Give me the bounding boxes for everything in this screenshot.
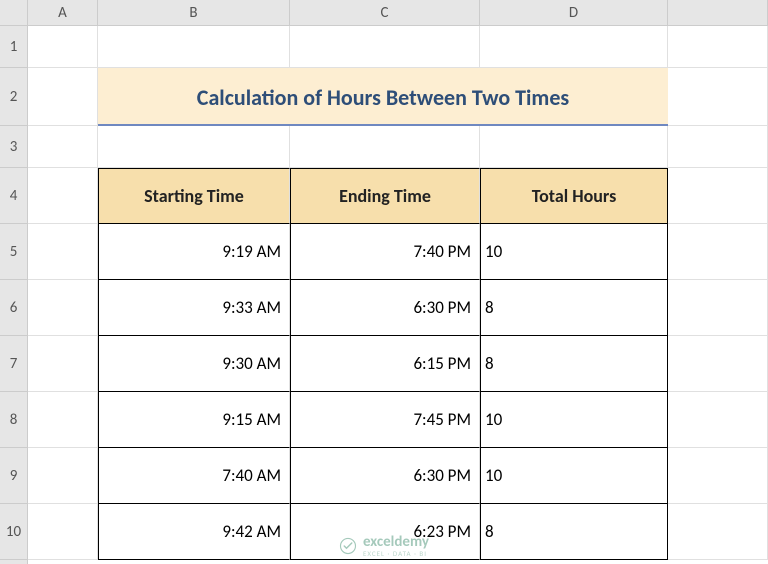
cell[interactable] [668, 68, 768, 126]
cell[interactable] [668, 168, 768, 224]
cell[interactable] [28, 392, 98, 448]
cell-start[interactable]: 9:30 AM [98, 336, 290, 392]
row-header-5[interactable]: 5 [0, 224, 27, 280]
row-header-8[interactable]: 8 [0, 392, 27, 448]
cell[interactable] [98, 126, 290, 168]
select-all-corner[interactable] [0, 0, 28, 26]
cell[interactable] [28, 126, 98, 168]
cell-total[interactable]: 8 [480, 504, 668, 560]
cell[interactable] [668, 504, 768, 560]
cell[interactable] [28, 280, 98, 336]
col-header-C[interactable]: C [290, 0, 480, 25]
cell-end[interactable]: 6:15 PM [290, 336, 480, 392]
cell[interactable] [480, 26, 668, 68]
row-header-3[interactable]: 3 [0, 126, 27, 168]
cell[interactable] [28, 68, 98, 126]
cell[interactable] [668, 126, 768, 168]
row-header-2[interactable]: 2 [0, 68, 27, 126]
cell[interactable] [668, 26, 768, 68]
cell-start[interactable]: 7:40 AM [98, 448, 290, 504]
col-header-rest [668, 0, 768, 25]
cell-start[interactable]: 9:42 AM [98, 504, 290, 560]
row-header-9[interactable]: 9 [0, 448, 27, 504]
cell[interactable] [668, 336, 768, 392]
cell-end[interactable]: 6:23 PM [290, 504, 480, 560]
row-header-6[interactable]: 6 [0, 280, 27, 336]
cell[interactable] [290, 126, 480, 168]
spreadsheet: ABCD 12345678910 Starting TimeEnding Tim… [0, 0, 768, 564]
cell-grid[interactable]: Starting TimeEnding TimeTotal Hours 9:19 … [28, 26, 768, 564]
cell-start[interactable]: 9:33 AM [98, 280, 290, 336]
cell-end[interactable]: 7:45 PM [290, 392, 480, 448]
cell-start[interactable]: 9:19 AM [98, 224, 290, 280]
cell[interactable] [28, 224, 98, 280]
cell[interactable] [668, 392, 768, 448]
cell[interactable] [28, 26, 98, 68]
row-header-1[interactable]: 1 [0, 26, 27, 68]
cell-total[interactable]: 8 [480, 336, 668, 392]
row-header-7[interactable]: 7 [0, 336, 27, 392]
cell-total[interactable]: 8 [480, 280, 668, 336]
cell[interactable] [28, 504, 98, 560]
cell[interactable] [668, 224, 768, 280]
column-headers: ABCD [28, 0, 768, 26]
cell[interactable] [668, 280, 768, 336]
col-header-B[interactable]: B [98, 0, 290, 25]
cell[interactable] [28, 336, 98, 392]
table-header-end[interactable]: Ending Time [290, 168, 480, 224]
cell[interactable] [98, 26, 290, 68]
cell-end[interactable]: 6:30 PM [290, 448, 480, 504]
row-header-4[interactable]: 4 [0, 168, 27, 224]
row-header-10[interactable]: 10 [0, 504, 27, 560]
cell[interactable] [480, 126, 668, 168]
col-header-A[interactable]: A [28, 0, 98, 25]
cell-end[interactable]: 6:30 PM [290, 280, 480, 336]
cell-start[interactable]: 9:15 AM [98, 392, 290, 448]
cell-end[interactable]: 7:40 PM [290, 224, 480, 280]
title-underline [98, 124, 668, 126]
cell[interactable] [28, 448, 98, 504]
cell-total[interactable]: 10 [480, 392, 668, 448]
cell[interactable] [28, 168, 98, 224]
col-header-D[interactable]: D [480, 0, 668, 25]
page-title: Calculation of Hours Between Two Times [98, 68, 668, 126]
table-header-start[interactable]: Starting Time [98, 168, 290, 224]
cell-total[interactable]: 10 [480, 224, 668, 280]
row-headers: 12345678910 [0, 26, 28, 564]
cell-total[interactable]: 10 [480, 448, 668, 504]
cell[interactable] [290, 26, 480, 68]
table-header-total[interactable]: Total Hours [480, 168, 668, 224]
cell[interactable] [668, 448, 768, 504]
